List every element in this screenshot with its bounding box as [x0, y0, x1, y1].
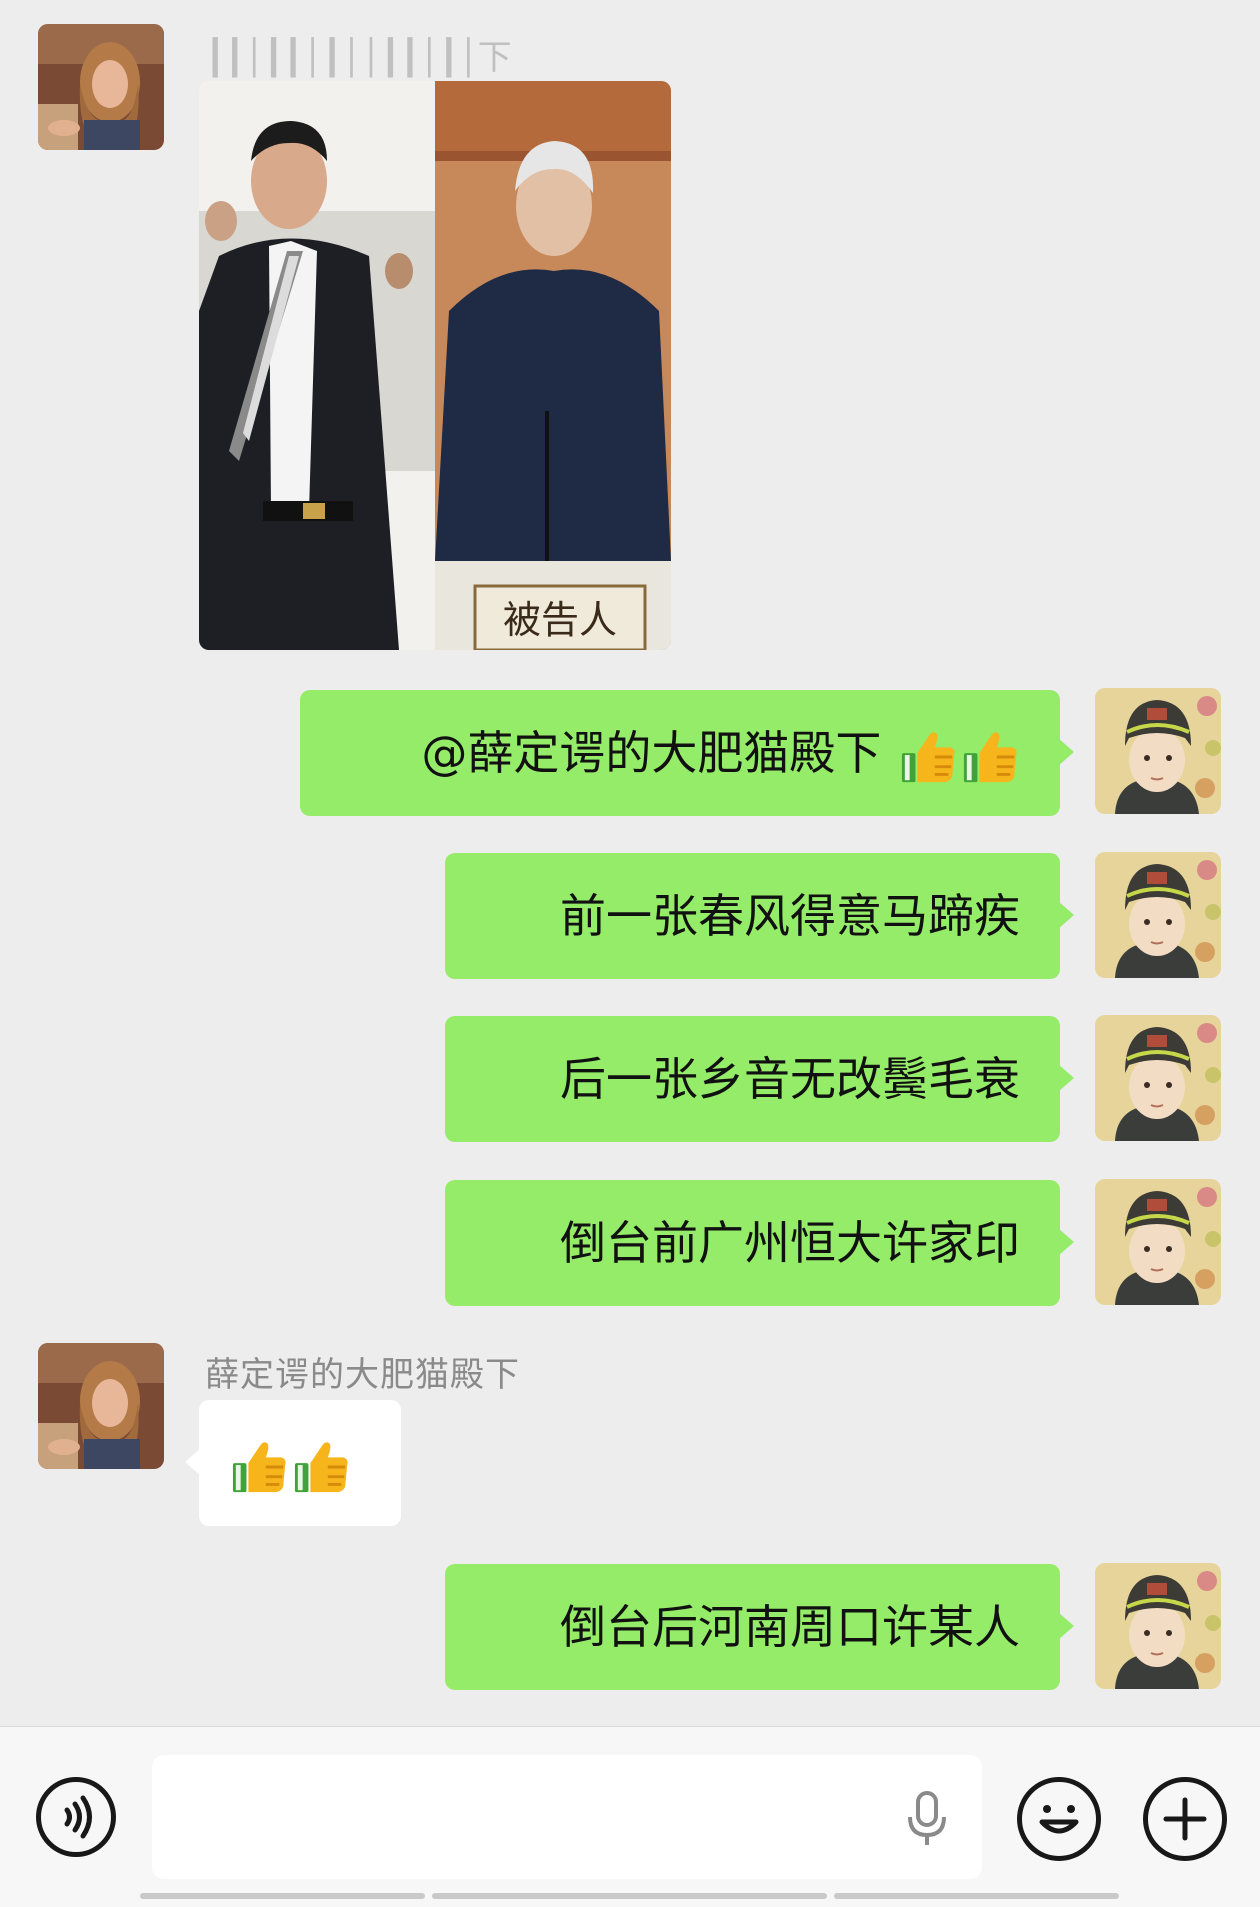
home-indicator — [432, 1893, 827, 1899]
message-text: 倒台后河南周口许某人 — [560, 1600, 1020, 1654]
message-bubble[interactable]: 倒台后河南周口许某人 — [445, 1564, 1074, 1690]
my-avatar[interactable] — [1095, 1563, 1221, 1689]
thumbs-up-emoji — [231, 1438, 289, 1496]
input-toolbar — [0, 1726, 1260, 1907]
message-input[interactable] — [152, 1755, 982, 1879]
sender-name-visible: 下 — [477, 38, 512, 78]
home-indicator — [140, 1893, 425, 1899]
thumbs-up-emoji — [900, 728, 958, 786]
more-button[interactable] — [1143, 1777, 1227, 1861]
mic-icon[interactable] — [902, 1789, 952, 1849]
emoji-button[interactable] — [1017, 1777, 1101, 1861]
my-avatar[interactable] — [1095, 1179, 1221, 1305]
plus-icon — [1163, 1797, 1207, 1841]
chat-area: ┃┃│┃┃│┃││┃┃│┃│下 被告人 @薛定谔的大肥猫殿下 前一张春风得意马蹄… — [0, 0, 1260, 1726]
thumbs-up-emoji — [293, 1438, 351, 1496]
message-bubble-mention[interactable]: @薛定谔的大肥猫殿下 — [300, 690, 1074, 816]
defendant-sign: 被告人 — [503, 598, 617, 642]
sender-name-blurred: ┃┃│┃┃│┃││┃┃│┃│下 — [205, 30, 512, 79]
message-bubble[interactable]: 前一张春风得意马蹄疾 — [445, 853, 1074, 979]
voice-button[interactable] — [36, 1777, 116, 1857]
chat-image[interactable]: 被告人 — [199, 81, 671, 650]
my-avatar[interactable] — [1095, 688, 1221, 814]
message-text: 前一张春风得意马蹄疾 — [560, 889, 1020, 943]
message-text: 后一张乡音无改鬓毛衰 — [560, 1052, 1020, 1106]
emoji-icon — [1039, 1805, 1079, 1834]
contact-avatar[interactable] — [38, 1343, 164, 1469]
message-text: 倒台前广州恒大许家印 — [560, 1216, 1020, 1270]
sender-name: 薛定谔的大肥猫殿下 — [205, 1355, 520, 1395]
message-text: @薛定谔的大肥猫殿下 — [421, 726, 896, 780]
home-indicator — [834, 1893, 1119, 1899]
message-bubble[interactable]: 后一张乡音无改鬓毛衰 — [445, 1016, 1074, 1142]
my-avatar[interactable] — [1095, 1015, 1221, 1141]
contact-avatar[interactable] — [38, 24, 164, 150]
thumbs-up-emoji — [962, 728, 1020, 786]
emoji-bubble[interactable] — [185, 1400, 401, 1526]
my-avatar[interactable] — [1095, 852, 1221, 978]
voice-icon — [64, 1795, 92, 1839]
message-bubble[interactable]: 倒台前广州恒大许家印 — [445, 1180, 1074, 1306]
blur-mask: ┃┃│┃┃│┃││┃┃│┃│ — [205, 38, 479, 78]
